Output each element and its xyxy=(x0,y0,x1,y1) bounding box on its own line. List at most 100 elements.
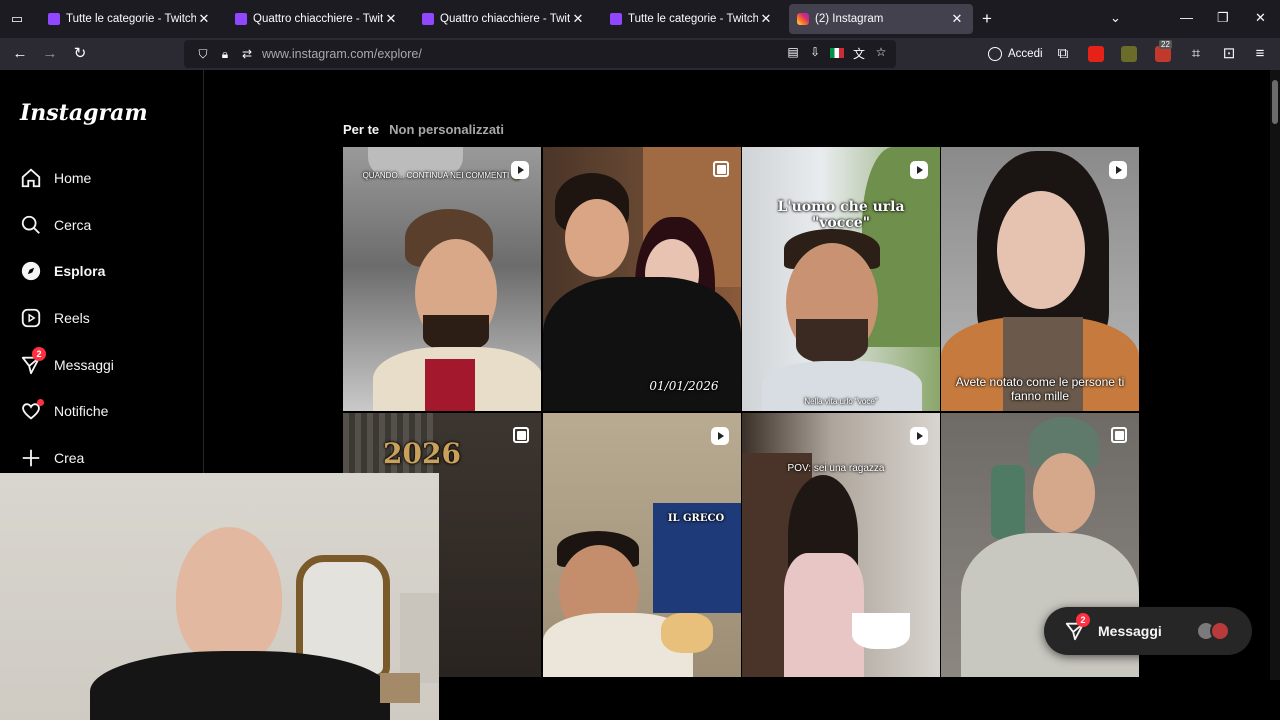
permissions-icon[interactable]: ⇄ xyxy=(236,47,258,61)
reel-icon xyxy=(910,161,928,179)
sidebar-item-label: Reels xyxy=(54,310,90,326)
url-text[interactable]: www.instagram.com/explore/ xyxy=(262,47,422,61)
sidebar-item-notifications[interactable]: Notifiche xyxy=(20,396,108,426)
browser-tab[interactable]: Quattro chiacchiere - Twitch ✕ xyxy=(414,4,594,34)
explore-tile[interactable]: POV: sei una ragazza xyxy=(742,413,940,677)
explore-tile[interactable]: QUANDO... CONTINUA NEI COMMENTI 😂 xyxy=(343,147,541,411)
back-icon[interactable]: ← xyxy=(10,44,30,64)
heart-icon xyxy=(20,399,44,422)
scrollbar-thumb[interactable] xyxy=(1272,80,1278,124)
page-bottom-area xyxy=(439,680,1280,720)
sidebar-item-home[interactable]: Home xyxy=(20,163,91,193)
sweater-shape xyxy=(425,359,475,411)
tab-title: Tutte le categorie - Twitch xyxy=(66,13,196,25)
instagram-logo[interactable]: Instagram xyxy=(20,100,148,126)
twitch-icon xyxy=(235,13,247,25)
twitch-icon xyxy=(48,13,60,25)
carousel-icon xyxy=(1111,427,1127,443)
chevron-down-icon[interactable]: ⌄ xyxy=(1110,10,1121,26)
avatar-stack xyxy=(1196,621,1230,641)
browser-tab[interactable]: Tutte le categorie - Twitch ✕ xyxy=(40,4,220,34)
tab-non-personalizzati[interactable]: Non personalizzati xyxy=(389,122,504,137)
messages-floating-button[interactable]: 2 Messaggi xyxy=(1044,607,1252,655)
browser-tab[interactable]: Tutte le categorie - Twitch ✕ xyxy=(602,4,782,34)
carousel-icon xyxy=(513,427,529,443)
extensions-icon[interactable]: ⧉ xyxy=(1053,44,1073,64)
beard-shape xyxy=(423,315,489,351)
close-icon[interactable]: ✕ xyxy=(570,11,586,27)
browser-tab-active[interactable]: (2) Instagram ✕ xyxy=(789,4,973,34)
reel-icon xyxy=(1109,161,1127,179)
shield-icon[interactable]: ⛉ xyxy=(192,47,214,62)
close-icon[interactable]: ✕ xyxy=(758,11,774,27)
messages-label: Messaggi xyxy=(1098,623,1162,639)
browser-tab[interactable]: Quattro chiacchiere - Twitch ✕ xyxy=(227,4,407,34)
sidebar-item-label: Esplora xyxy=(54,263,106,279)
explore-tile[interactable]: L'uomo che urla "vocce" Nella vita urlo … xyxy=(742,147,940,411)
translate-icon[interactable]: 文 xyxy=(848,45,870,62)
close-icon[interactable]: ✕ xyxy=(949,11,965,27)
sidebar-item-explore[interactable]: Esplora xyxy=(20,256,105,286)
beard-shape xyxy=(796,319,868,363)
close-icon[interactable]: ✕ xyxy=(383,11,399,27)
url-host: www.instagram.com xyxy=(262,47,374,61)
extension-badge: 22 xyxy=(1159,40,1172,49)
crop-icon[interactable]: ⌗ xyxy=(1186,44,1206,64)
url-bar[interactable]: ⛉ 🔒︎ ⇄ www.instagram.com/explore/ ▤ ⇩ 文 … xyxy=(184,40,896,68)
face-shape xyxy=(176,527,282,667)
face-shape xyxy=(565,199,629,277)
extension-badge-icon[interactable]: 22 xyxy=(1155,40,1172,62)
forward-icon[interactable]: → xyxy=(40,44,60,64)
messages-icon: 2 xyxy=(1064,613,1090,642)
reload-icon[interactable]: ↻ xyxy=(70,44,90,64)
plus-icon xyxy=(22,449,40,467)
close-icon[interactable]: ✕ xyxy=(196,11,212,27)
sidebar-item-create[interactable]: Crea xyxy=(20,443,84,473)
new-tab-button[interactable]: + xyxy=(982,9,992,29)
window-close-icon[interactable]: ✕ xyxy=(1255,10,1266,26)
carousel-icon xyxy=(713,161,729,177)
reader-view-icon[interactable]: ▤ xyxy=(782,45,804,59)
tab-list-icon[interactable]: ▭ xyxy=(0,0,34,38)
explore-tile[interactable]: 01/01/2026 xyxy=(543,147,741,411)
sidebar-item-label: Messaggi xyxy=(54,357,114,373)
reel-icon xyxy=(711,427,729,445)
sidebar-item-messages[interactable]: 2 Messaggi xyxy=(20,347,114,380)
extension-icon[interactable] xyxy=(1121,46,1137,62)
reel-icon xyxy=(511,161,529,179)
scrollbar-track[interactable] xyxy=(1270,70,1280,682)
twitch-icon xyxy=(610,13,622,25)
tab-title: Quattro chiacchiere - Twitch xyxy=(440,13,570,25)
tile-caption: POV: sei una ragazza xyxy=(787,463,885,474)
explore-tile[interactable]: IL GRECO xyxy=(543,413,741,677)
menu-icon[interactable]: ≡ xyxy=(1250,44,1270,64)
minimize-icon[interactable]: — xyxy=(1180,10,1193,25)
sidebar-item-label: Cerca xyxy=(54,217,92,233)
body-shape xyxy=(961,533,1139,677)
bookmark-star-icon[interactable]: ☆ xyxy=(870,45,892,59)
tile-caption: L'uomo che urla "vocce" xyxy=(777,199,905,231)
sidebar-item-reels[interactable]: Reels xyxy=(20,303,90,333)
messages-icon: 2 xyxy=(20,347,46,376)
youtube-extension-icon[interactable] xyxy=(1088,46,1104,62)
body-shape xyxy=(90,651,390,720)
explore-tile[interactable]: Avete notato come le persone ti fanno mi… xyxy=(941,147,1139,411)
signin-button[interactable]: Accedi xyxy=(988,44,1043,64)
tab-per-te[interactable]: Per te xyxy=(343,122,379,137)
face-shape xyxy=(997,191,1085,309)
tile-caption: Avete notato come le persone ti fanno mi… xyxy=(955,375,1125,403)
sidebar-item-search[interactable]: Cerca xyxy=(20,210,91,240)
italian-flag-icon[interactable] xyxy=(830,48,844,58)
save-page-icon[interactable]: ⇩ xyxy=(804,45,826,59)
account-icon xyxy=(988,47,1002,61)
tile-caption: QUANDO... CONTINUA NEI COMMENTI 😂 xyxy=(362,171,522,180)
sidebar-item-label: Home xyxy=(54,170,92,186)
lock-extension-icon[interactable]: ⊡ xyxy=(1219,44,1239,64)
url-path: /explore/ xyxy=(373,47,422,61)
tile-caption: 2026 xyxy=(383,437,461,470)
restore-icon[interactable]: ❐ xyxy=(1217,10,1229,26)
sidebar-item-label: Crea xyxy=(54,450,85,466)
navigation-toolbar: ← → ↻ ⛉ 🔒︎ ⇄ www.instagram.com/explore/ … xyxy=(0,38,1280,70)
lock-icon[interactable]: 🔒︎ xyxy=(214,47,236,62)
tile-caption: IL GRECO xyxy=(667,513,725,524)
